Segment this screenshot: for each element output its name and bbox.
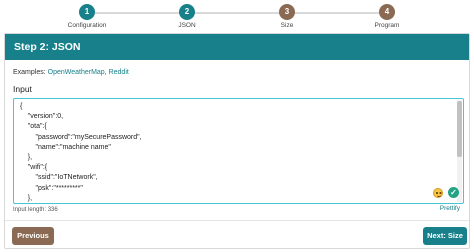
- emoji-icon[interactable]: [433, 188, 443, 198]
- step-label: JSON: [178, 22, 196, 29]
- json-step-card: Step 2: JSON Examples: OpenWeatherMap, R…: [4, 33, 470, 249]
- step-number: 4: [379, 4, 395, 20]
- step-label: Size: [280, 22, 294, 29]
- next-size-button[interactable]: Next: Size: [423, 227, 467, 245]
- example-link-openweathermap[interactable]: OpenWeatherMap: [48, 69, 105, 76]
- step-label: Configuration: [67, 22, 107, 29]
- step-size[interactable]: 3 Size: [247, 4, 327, 29]
- step-label: Program: [374, 22, 400, 29]
- examples-line: Examples: OpenWeatherMap, Reddit: [13, 69, 129, 76]
- stepper: 1 Configuration 2 JSON 3 Size 4 Program: [0, 0, 474, 33]
- stepper-line: [87, 12, 387, 14]
- check-icon[interactable]: ✓: [448, 187, 459, 198]
- input-label: Input: [13, 84, 32, 94]
- card-footer-divider: [5, 220, 469, 221]
- step-configuration[interactable]: 1 Configuration: [47, 4, 127, 29]
- step-json[interactable]: 2 JSON: [147, 4, 227, 29]
- step-number: 3: [279, 4, 295, 20]
- step-program[interactable]: 4 Program: [347, 4, 427, 29]
- step-number: 1: [79, 4, 95, 20]
- editor-scrollbar-thumb[interactable]: [457, 101, 462, 157]
- previous-button[interactable]: Previous: [12, 227, 54, 245]
- example-link-reddit[interactable]: Reddit: [109, 69, 129, 76]
- editor-content[interactable]: { "version":0, "ota":{ "password":"mySec…: [20, 102, 142, 203]
- card-title: Step 2: JSON: [5, 34, 469, 60]
- prettify-link[interactable]: Prettify: [440, 205, 460, 212]
- step-number: 2: [179, 4, 195, 20]
- json-input-editor[interactable]: { "version":0, "ota":{ "password":"mySec…: [13, 98, 464, 204]
- input-length: Input length: 336: [13, 207, 58, 213]
- examples-prefix: Examples:: [13, 69, 48, 76]
